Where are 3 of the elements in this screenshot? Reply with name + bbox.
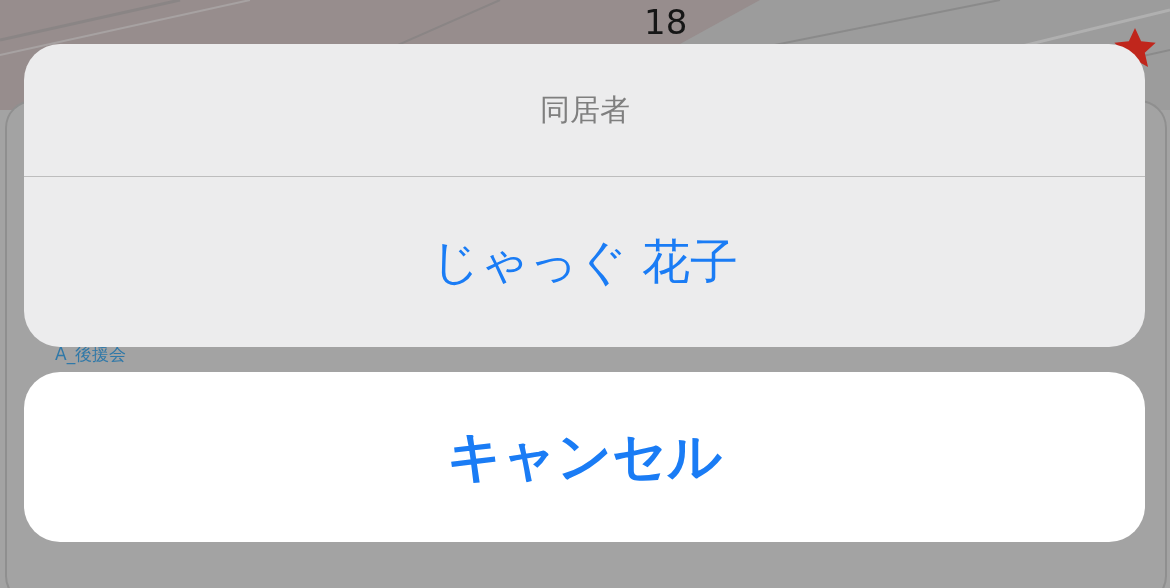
cancel-button[interactable]: キャンセル: [24, 372, 1145, 542]
sheet-title: 同居者: [24, 44, 1145, 177]
map-label: 18: [644, 2, 688, 42]
